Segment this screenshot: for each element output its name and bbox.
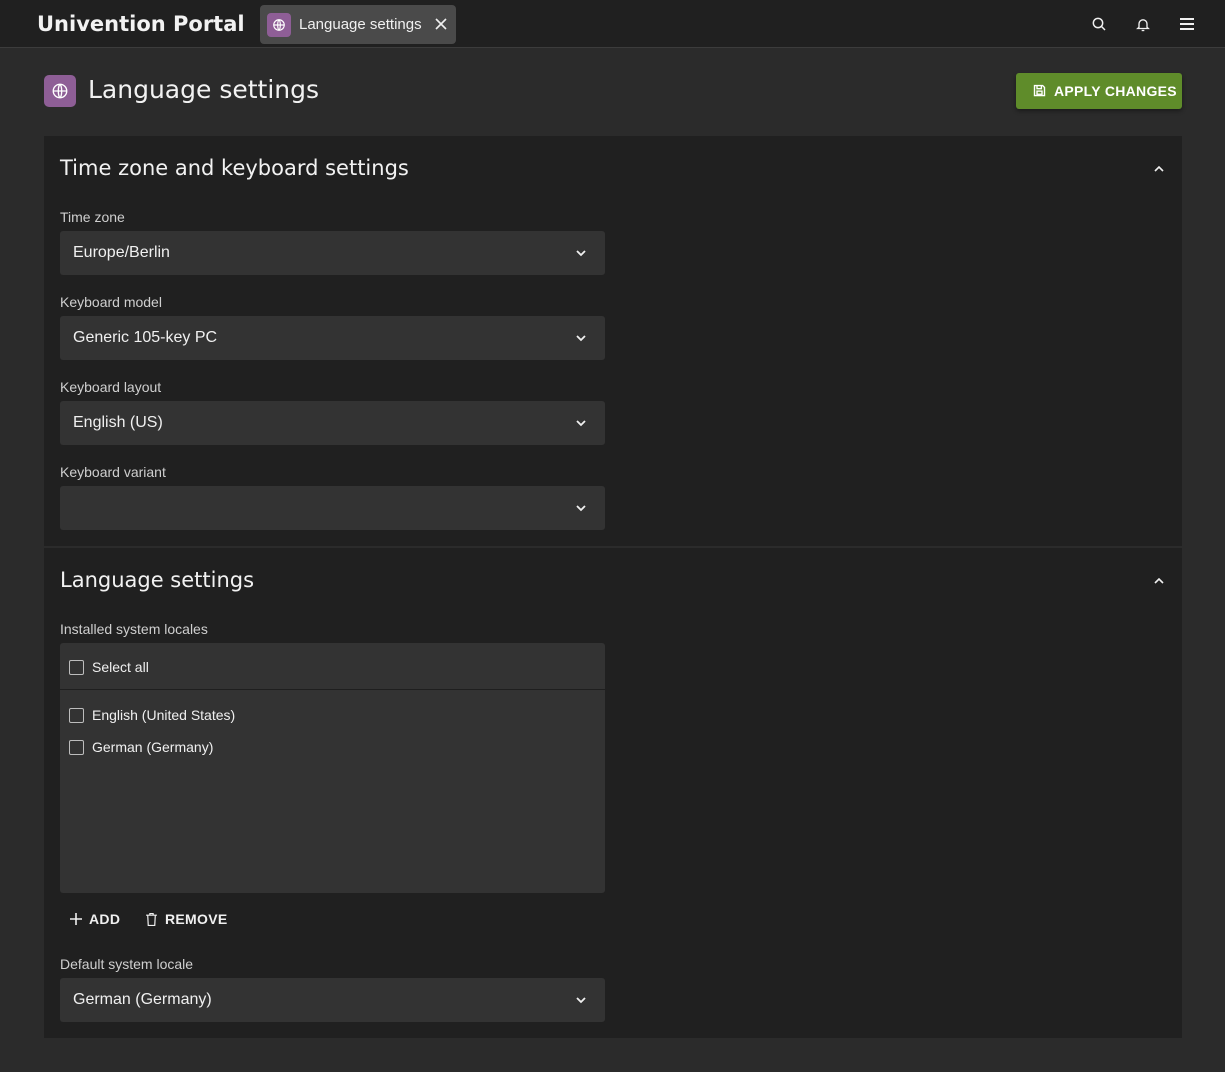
keyboard-model-select[interactable]: Generic 105-key PC	[60, 316, 605, 360]
language-section: Language settings Installed system local…	[44, 548, 1182, 1038]
select-value: Europe/Berlin	[73, 244, 170, 261]
chevron-down-icon	[576, 505, 586, 512]
top-bar: Univention Portal Language settings	[0, 0, 1225, 48]
locale-checkbox[interactable]	[69, 739, 84, 755]
chevron-down-icon	[576, 250, 586, 257]
tab-language-settings[interactable]: Language settings	[260, 5, 456, 44]
installed-locales-label: Installed system locales	[60, 621, 208, 637]
add-locale-button[interactable]: ADD	[70, 908, 120, 930]
close-icon[interactable]	[432, 15, 450, 33]
portal-title[interactable]: Univention Portal	[37, 12, 245, 36]
search-icon[interactable]	[1087, 12, 1111, 36]
remove-label: REMOVE	[165, 911, 228, 927]
chevron-down-icon	[576, 335, 586, 342]
save-icon	[1032, 83, 1047, 101]
keyboard-layout-select[interactable]: English (US)	[60, 401, 605, 445]
select-value: German (Germany)	[73, 991, 212, 1008]
default-locale-label: Default system locale	[60, 956, 194, 972]
bell-icon[interactable]	[1131, 12, 1155, 36]
tab-label: Language settings	[299, 16, 422, 33]
remove-locale-button[interactable]: REMOVE	[145, 908, 227, 930]
select-value: Generic 105-key PC	[73, 329, 218, 346]
locale-list: Select all English (United States) Germa…	[60, 643, 605, 893]
globe-icon	[44, 75, 76, 107]
timezone-keyboard-section: Time zone and keyboard settings Time zon…	[44, 136, 1182, 546]
timezone-label: Time zone	[60, 209, 125, 225]
chevron-down-icon	[576, 420, 586, 427]
timezone-select[interactable]: Europe/Berlin	[60, 231, 605, 275]
menu-icon[interactable]	[1175, 12, 1199, 36]
list-item[interactable]: English (United States)	[69, 707, 235, 723]
trash-icon	[146, 912, 157, 926]
locale-list-header: Select all	[60, 643, 605, 690]
section-title: Time zone and keyboard settings	[60, 156, 409, 180]
chevron-up-icon[interactable]	[1150, 572, 1168, 590]
apply-changes-label: APPLY CHANGES	[1054, 83, 1177, 99]
keyboard-variant-label: Keyboard variant	[60, 464, 166, 480]
keyboard-model-label: Keyboard model	[60, 294, 162, 310]
list-item[interactable]: German (Germany)	[69, 739, 213, 755]
globe-icon	[267, 13, 291, 37]
apply-changes-button[interactable]: APPLY CHANGES	[1016, 73, 1182, 109]
keyboard-variant-select[interactable]	[60, 486, 605, 530]
page-title: Language settings	[88, 75, 320, 104]
default-locale-select[interactable]: German (Germany)	[60, 978, 605, 1022]
select-all-label: Select all	[92, 659, 149, 675]
chevron-down-icon	[576, 997, 586, 1004]
add-label: ADD	[89, 911, 121, 927]
select-all-checkbox[interactable]	[69, 659, 84, 675]
select-all-row[interactable]: Select all	[69, 659, 149, 675]
locale-checkbox[interactable]	[69, 707, 84, 723]
keyboard-layout-label: Keyboard layout	[60, 379, 162, 395]
locale-label: English (United States)	[92, 707, 236, 723]
locale-label: German (Germany)	[92, 739, 214, 755]
chevron-up-icon[interactable]	[1150, 160, 1168, 178]
select-value: English (US)	[73, 414, 163, 431]
plus-icon	[70, 913, 82, 925]
section-title: Language settings	[60, 568, 255, 592]
